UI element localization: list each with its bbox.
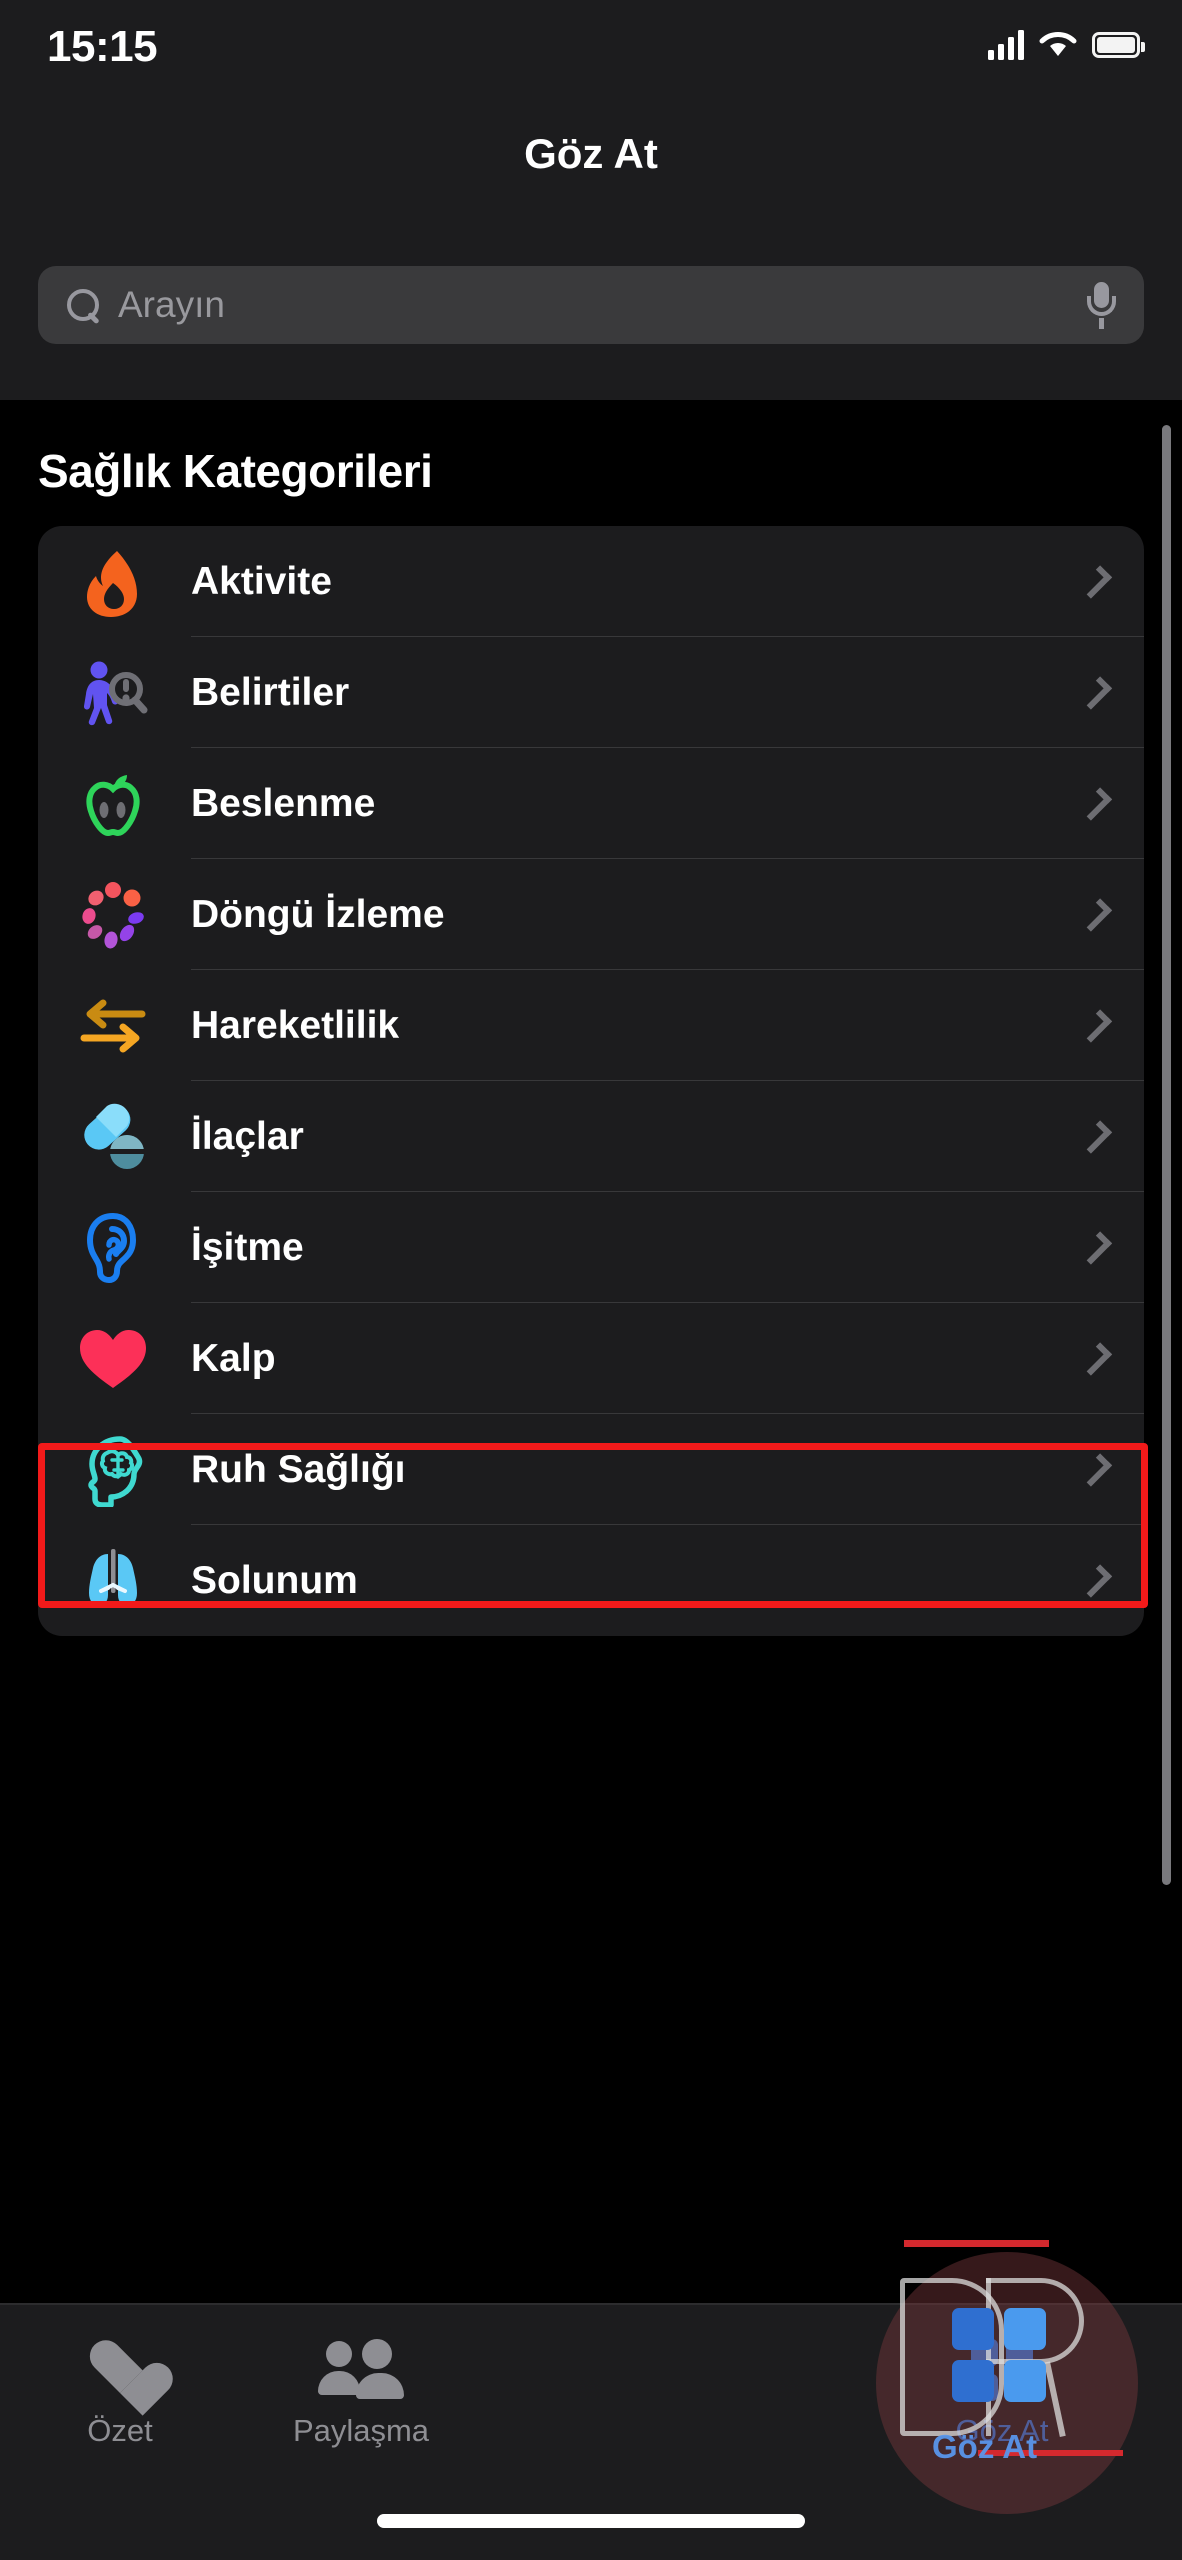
search-placeholder: Arayın — [118, 284, 225, 325]
list-item-isitme[interactable]: İşitme — [38, 1192, 1144, 1303]
tab-label: Özet — [87, 2413, 153, 2448]
list-item-belirtiler[interactable]: Belirtiler — [38, 637, 1144, 748]
chevron-right-icon — [1078, 1563, 1113, 1598]
list-item-kalp[interactable]: Kalp — [38, 1303, 1144, 1414]
chevron-right-icon — [1078, 564, 1113, 599]
list-item-hareketlilik[interactable]: Hareketlilik — [38, 970, 1144, 1081]
section-title: Sağlık Kategorileri — [38, 445, 433, 497]
tab-label: Göz At — [955, 2413, 1049, 2448]
tab-label: Paylaşma — [292, 2413, 430, 2448]
list-item-ruh-sagligi[interactable]: Ruh Sağlığı — [38, 1414, 1144, 1525]
search-input[interactable]: Arayın — [38, 266, 1144, 344]
grid-squares-icon — [882, 2335, 1122, 2405]
status-time: 15:15 — [47, 22, 158, 71]
search-container: Arayın — [0, 248, 1182, 400]
ear-icon — [76, 1211, 150, 1285]
list-item-aktivite[interactable]: Aktivite — [38, 526, 1144, 637]
search-icon — [64, 286, 102, 324]
list-item-label: Belirtiler — [191, 670, 350, 714]
list-item-label: Beslenme — [191, 781, 376, 825]
list-item-label: Kalp — [191, 1336, 276, 1380]
apple-icon — [76, 767, 150, 841]
signal-bars-icon — [988, 30, 1024, 60]
list-item-dongu-izleme[interactable]: Döngü İzleme — [38, 859, 1144, 970]
vertical-scrollbar[interactable] — [1162, 425, 1171, 1885]
health-categories-card: Aktivite Belirtiler Beslenme Döngü İzlem… — [38, 526, 1144, 1636]
home-indicator — [377, 2514, 805, 2528]
tab-paylasma[interactable]: Paylaşma — [241, 2335, 481, 2449]
list-item-label: İşitme — [191, 1225, 304, 1269]
tab-goz-at[interactable]: Göz At — [882, 2335, 1122, 2449]
pills-icon — [76, 1100, 150, 1174]
list-item-label: Hareketlilik — [191, 1003, 400, 1047]
list-item-label: İlaçlar — [191, 1114, 304, 1158]
chevron-right-icon — [1078, 1452, 1113, 1487]
tab-ozet[interactable]: Özet — [0, 2335, 240, 2449]
microphone-icon[interactable] — [1086, 282, 1116, 330]
status-bar: 15:15 — [0, 0, 1182, 100]
heart-filled-icon — [0, 2335, 240, 2405]
brain-head-icon — [76, 1433, 150, 1508]
wifi-icon — [1039, 32, 1077, 56]
scroll-content: Sağlık Kategorileri Aktivite Belirtiler … — [0, 400, 1182, 2303]
chevron-right-icon — [1078, 897, 1113, 932]
chevron-right-icon — [1078, 1119, 1113, 1154]
cycle-tracking-icon — [76, 878, 150, 952]
two-people-icon — [241, 2335, 481, 2405]
lungs-icon — [76, 1544, 150, 1618]
heart-icon — [76, 1322, 150, 1396]
chevron-right-icon — [1078, 786, 1113, 821]
phone-screen: 15:15 Göz At Arayın Sağlık Kategorileri — [0, 0, 1182, 2560]
page-title: Göz At — [524, 130, 658, 177]
chevron-right-icon — [1078, 1008, 1113, 1043]
chevron-right-icon — [1078, 675, 1113, 710]
list-item-beslenme[interactable]: Beslenme — [38, 748, 1144, 859]
tab-bar: Özet Paylaşma Göz At — [0, 2303, 1182, 2560]
symptoms-icon — [76, 656, 150, 730]
flame-icon — [76, 545, 150, 619]
list-item-label: Solunum — [191, 1558, 358, 1602]
navigation-header: Göz At — [0, 100, 1182, 248]
list-item-label: Döngü İzleme — [191, 892, 445, 936]
list-item-label: Ruh Sağlığı — [191, 1447, 406, 1491]
list-item-label: Aktivite — [191, 559, 332, 603]
chevron-right-icon — [1078, 1341, 1113, 1376]
list-item-solunum[interactable]: Solunum — [38, 1525, 1144, 1636]
battery-icon — [1092, 32, 1145, 58]
mobility-arrows-icon — [76, 989, 150, 1063]
chevron-right-icon — [1078, 1230, 1113, 1265]
list-item-ilaclar[interactable]: İlaçlar — [38, 1081, 1144, 1192]
status-indicators — [988, 30, 1145, 60]
